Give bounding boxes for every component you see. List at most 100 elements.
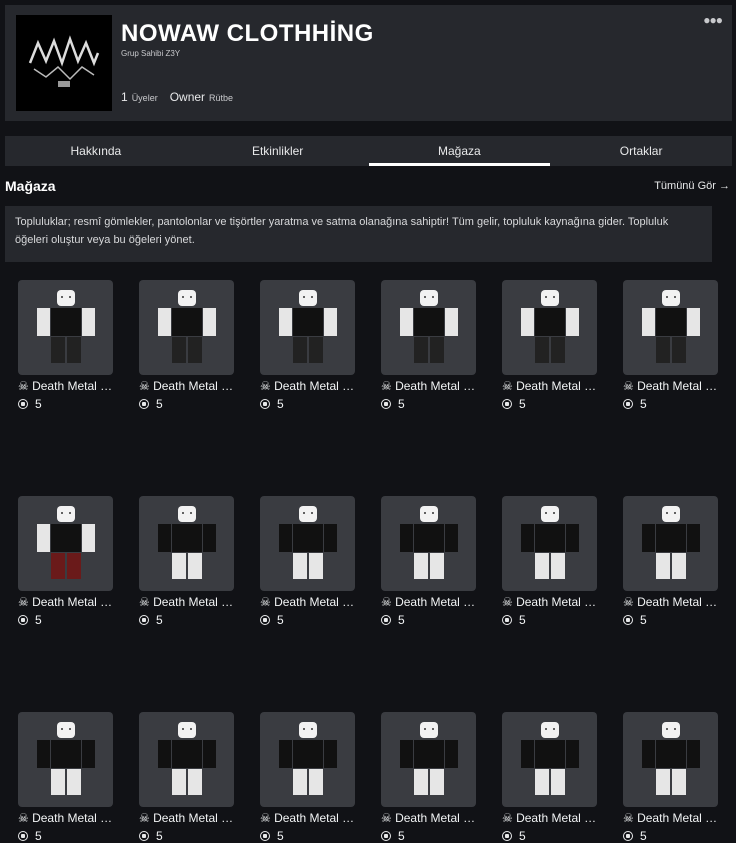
item-name[interactable]: ☠ Death Metal Pant NOWAW… bbox=[139, 378, 234, 395]
item-thumbnail[interactable] bbox=[260, 712, 355, 807]
item-thumbnail[interactable] bbox=[18, 496, 113, 591]
item-price: 5 bbox=[260, 397, 355, 411]
item-name[interactable]: ☠ Death Metal Pant NOWAW… bbox=[623, 378, 718, 395]
item-price: 5 bbox=[381, 613, 476, 627]
item-name[interactable]: ☠ Death Metal Shirt NOWAW… bbox=[381, 594, 476, 611]
item-name[interactable]: ☠ Death Metal Shirt NOWAW… bbox=[623, 594, 718, 611]
price-value: 5 bbox=[156, 613, 163, 627]
tab-affiliates[interactable]: Ortaklar bbox=[550, 136, 732, 166]
price-value: 5 bbox=[35, 613, 42, 627]
price-value: 5 bbox=[156, 397, 163, 411]
item-name[interactable]: ☠ Death Metal Shirt NOWAW… bbox=[260, 810, 355, 827]
price-value: 5 bbox=[398, 613, 405, 627]
robux-icon bbox=[623, 615, 633, 625]
item-thumbnail[interactable] bbox=[502, 496, 597, 591]
robux-icon bbox=[260, 831, 270, 841]
item-price: 5 bbox=[623, 613, 718, 627]
tab-store[interactable]: Mağaza bbox=[368, 136, 551, 166]
item-thumbnail[interactable] bbox=[502, 280, 597, 375]
store-item-card[interactable]: ☠ Death Metal Pant NOWAW… 5 bbox=[502, 280, 597, 411]
store-item-card[interactable]: ☠ Death Metal Shirt NOWAW… 5 bbox=[260, 712, 355, 843]
group-header: NOWAW CLOTHHİNG Grup Sahibi Z3Y 1 Üyeler… bbox=[5, 5, 732, 121]
item-price: 5 bbox=[139, 829, 234, 843]
item-name[interactable]: ☠ Death Metal Pant NOWAW… bbox=[502, 378, 597, 395]
robux-icon bbox=[381, 831, 391, 841]
item-thumbnail[interactable] bbox=[18, 712, 113, 807]
price-value: 5 bbox=[640, 613, 647, 627]
price-value: 5 bbox=[35, 397, 42, 411]
robux-icon bbox=[381, 615, 391, 625]
item-price: 5 bbox=[623, 397, 718, 411]
store-item-card[interactable]: ☠ Death Metal Shirt NOWAW… 5 bbox=[381, 496, 476, 627]
store-item-card[interactable]: ☠ Death Metal Shirt NOWAW… 5 bbox=[139, 496, 234, 627]
item-price: 5 bbox=[18, 829, 113, 843]
item-name[interactable]: ☠ Death Metal Shirt NOWAW… bbox=[139, 594, 234, 611]
item-thumbnail[interactable] bbox=[623, 712, 718, 807]
store-item-card[interactable]: ☠ Death Metal Pant NOWAW… 5 bbox=[623, 280, 718, 411]
item-thumbnail[interactable] bbox=[139, 496, 234, 591]
see-all-link[interactable]: Tümünü Gör → bbox=[654, 180, 730, 192]
price-value: 5 bbox=[519, 613, 526, 627]
store-item-card[interactable]: ☠ Death Metal Pant NOWAW… 5 bbox=[139, 280, 234, 411]
tab-label: Hakkında bbox=[70, 144, 122, 158]
tab-label: Etkinlikler bbox=[251, 144, 304, 158]
item-price: 5 bbox=[502, 613, 597, 627]
item-thumbnail[interactable] bbox=[381, 712, 476, 807]
price-value: 5 bbox=[640, 397, 647, 411]
price-value: 5 bbox=[277, 829, 284, 843]
robux-icon bbox=[623, 831, 633, 841]
robux-icon bbox=[18, 831, 28, 841]
store-description: Topluluklar; resmî gömlekler, pantolonla… bbox=[5, 206, 712, 262]
robux-icon bbox=[18, 399, 28, 409]
item-name[interactable]: ☠ Death Metal Shirt NOWAW… bbox=[381, 810, 476, 827]
more-options-icon[interactable]: ●●● bbox=[703, 13, 723, 27]
item-name[interactable]: ☠ Death Metal Shirt NOWAW… bbox=[139, 810, 234, 827]
item-thumbnail[interactable] bbox=[18, 280, 113, 375]
store-item-card[interactable]: ☠ Death Metal Shirt NOWAW… 5 bbox=[502, 496, 597, 627]
item-price: 5 bbox=[18, 397, 113, 411]
item-thumbnail[interactable] bbox=[260, 280, 355, 375]
store-item-card[interactable]: ☠ Death Metal Shirt NOWAW… 5 bbox=[139, 712, 234, 843]
item-name[interactable]: ☠ Death Metal Shirt NOWAW… bbox=[18, 810, 113, 827]
group-name: NOWAW CLOTHHİNG bbox=[121, 20, 374, 47]
item-name[interactable]: ☠ Death Metal Pant NOWAW… bbox=[18, 378, 113, 395]
store-item-card[interactable]: ☠ Death Metal Shirt NOWAW… 5 bbox=[381, 712, 476, 843]
item-thumbnail[interactable] bbox=[623, 280, 718, 375]
store-item-card[interactable]: ☠ Death Metal Shirt NOWAW… 5 bbox=[18, 712, 113, 843]
item-thumbnail[interactable] bbox=[502, 712, 597, 807]
item-price: 5 bbox=[502, 397, 597, 411]
item-thumbnail[interactable] bbox=[139, 280, 234, 375]
item-price: 5 bbox=[381, 829, 476, 843]
price-value: 5 bbox=[519, 397, 526, 411]
item-thumbnail[interactable] bbox=[623, 496, 718, 591]
price-value: 5 bbox=[277, 397, 284, 411]
item-thumbnail[interactable] bbox=[381, 496, 476, 591]
store-item-card[interactable]: ☠ Death Metal Shirt NOWAW… 5 bbox=[502, 712, 597, 843]
store-item-card[interactable]: ☠ Death Metal Shirt NOWAW… 5 bbox=[623, 496, 718, 627]
tab-events[interactable]: Etkinlikler bbox=[187, 136, 369, 166]
price-value: 5 bbox=[398, 397, 405, 411]
item-name[interactable]: ☠ Death Metal Shirt NOWAW… bbox=[623, 810, 718, 827]
item-name[interactable]: ☠ Death Metal Shirt NOWAW… bbox=[260, 594, 355, 611]
robux-icon bbox=[381, 399, 391, 409]
store-item-card[interactable]: ☠ Death Metal Shirt NOWAW… 5 bbox=[623, 712, 718, 843]
store-item-card[interactable]: ☠ Death Metal Pant NOWAW… 5 bbox=[381, 280, 476, 411]
item-name[interactable]: ☠ Death Metal Shirt NOWAW… bbox=[502, 810, 597, 827]
item-thumbnail[interactable] bbox=[139, 712, 234, 807]
item-name[interactable]: ☠ Death Metal Pant NOWAW… bbox=[18, 594, 113, 611]
tab-label: Mağaza bbox=[438, 144, 481, 158]
store-item-card[interactable]: ☠ Death Metal Pant NOWAW… 5 bbox=[18, 280, 113, 411]
tab-about[interactable]: Hakkında bbox=[5, 136, 187, 166]
item-thumbnail[interactable] bbox=[381, 280, 476, 375]
item-thumbnail[interactable] bbox=[260, 496, 355, 591]
store-item-card[interactable]: ☠ Death Metal Shirt NOWAW… 5 bbox=[260, 496, 355, 627]
item-name[interactable]: ☠ Death Metal Shirt NOWAW… bbox=[502, 594, 597, 611]
item-name[interactable]: ☠ Death Metal Pant NOWAW… bbox=[381, 378, 476, 395]
item-name[interactable]: ☠ Death Metal Pant NOWAW… bbox=[260, 378, 355, 395]
robux-icon bbox=[623, 399, 633, 409]
robux-icon bbox=[139, 831, 149, 841]
store-item-card[interactable]: ☠ Death Metal Pant NOWAW… 5 bbox=[18, 496, 113, 627]
store-item-card[interactable]: ☠ Death Metal Pant NOWAW… 5 bbox=[260, 280, 355, 411]
group-owner[interactable]: Grup Sahibi Z3Y bbox=[121, 49, 180, 58]
robux-icon bbox=[139, 399, 149, 409]
